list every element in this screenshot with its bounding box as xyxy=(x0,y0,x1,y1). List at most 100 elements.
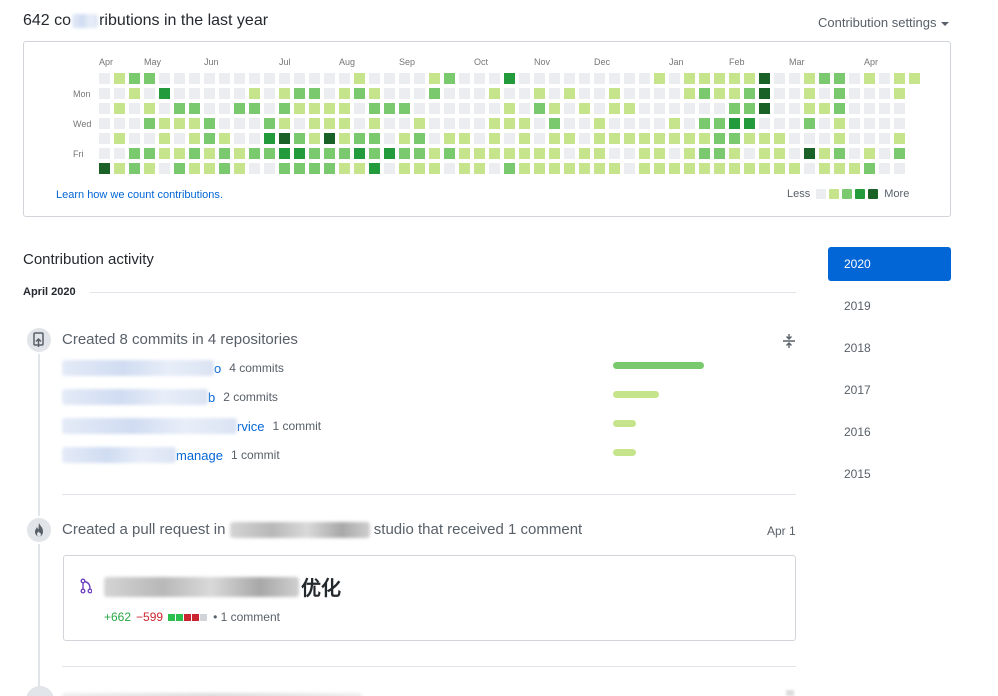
contribution-day[interactable] xyxy=(819,73,830,84)
contribution-day[interactable] xyxy=(879,88,890,99)
contribution-day[interactable] xyxy=(819,103,830,114)
contribution-day[interactable] xyxy=(279,163,290,174)
contribution-day[interactable] xyxy=(654,118,665,129)
contribution-day[interactable] xyxy=(774,118,785,129)
contribution-day[interactable] xyxy=(654,148,665,159)
contribution-day[interactable] xyxy=(114,88,125,99)
contribution-day[interactable] xyxy=(474,133,485,144)
contribution-day[interactable] xyxy=(324,148,335,159)
contribution-day[interactable] xyxy=(504,148,515,159)
contribution-day[interactable] xyxy=(849,118,860,129)
contribution-day[interactable] xyxy=(894,88,905,99)
contribution-day[interactable] xyxy=(534,118,545,129)
contribution-day[interactable] xyxy=(399,148,410,159)
contribution-day[interactable] xyxy=(309,163,320,174)
contribution-day[interactable] xyxy=(699,103,710,114)
contribution-day[interactable] xyxy=(789,133,800,144)
contribution-day[interactable] xyxy=(624,163,635,174)
contribution-day[interactable] xyxy=(339,148,350,159)
contribution-day[interactable] xyxy=(684,163,695,174)
contribution-day[interactable] xyxy=(354,163,365,174)
contribution-day[interactable] xyxy=(639,73,650,84)
repo-link[interactable]: manage xyxy=(176,448,223,463)
contribution-day[interactable] xyxy=(189,148,200,159)
contribution-day[interactable] xyxy=(579,163,590,174)
contribution-day[interactable] xyxy=(639,118,650,129)
contribution-day[interactable] xyxy=(144,118,155,129)
contribution-day[interactable] xyxy=(219,118,230,129)
contribution-day[interactable] xyxy=(234,88,245,99)
pr-comments[interactable]: • 1 comment xyxy=(213,610,280,624)
contribution-day[interactable] xyxy=(549,148,560,159)
contribution-day[interactable] xyxy=(189,118,200,129)
contribution-day[interactable] xyxy=(354,133,365,144)
contribution-day[interactable] xyxy=(414,148,425,159)
contribution-day[interactable] xyxy=(369,73,380,84)
contribution-day[interactable] xyxy=(624,133,635,144)
contribution-day[interactable] xyxy=(249,73,260,84)
contribution-day[interactable] xyxy=(624,148,635,159)
contribution-day[interactable] xyxy=(849,88,860,99)
contribution-day[interactable] xyxy=(399,88,410,99)
contribution-day[interactable] xyxy=(384,73,395,84)
contribution-day[interactable] xyxy=(849,103,860,114)
contribution-day[interactable] xyxy=(579,88,590,99)
contribution-day[interactable] xyxy=(369,88,380,99)
contribution-day[interactable] xyxy=(309,148,320,159)
contribution-day[interactable] xyxy=(894,148,905,159)
contribution-day[interactable] xyxy=(399,103,410,114)
contribution-day[interactable] xyxy=(279,133,290,144)
contribution-day[interactable] xyxy=(624,73,635,84)
contribution-day[interactable] xyxy=(894,118,905,129)
contribution-day[interactable] xyxy=(264,163,275,174)
contribution-day[interactable] xyxy=(744,73,755,84)
contribution-day[interactable] xyxy=(129,118,140,129)
contribution-day[interactable] xyxy=(609,118,620,129)
contribution-day[interactable] xyxy=(864,163,875,174)
contribution-day[interactable] xyxy=(534,88,545,99)
contribution-day[interactable] xyxy=(699,118,710,129)
contribution-day[interactable] xyxy=(879,73,890,84)
contribution-day[interactable] xyxy=(624,88,635,99)
contribution-day[interactable] xyxy=(369,163,380,174)
contribution-day[interactable] xyxy=(594,103,605,114)
contribution-day[interactable] xyxy=(504,103,515,114)
contribution-day[interactable] xyxy=(744,88,755,99)
contribution-day[interactable] xyxy=(174,88,185,99)
contribution-day[interactable] xyxy=(159,118,170,129)
contribution-day[interactable] xyxy=(174,133,185,144)
contribution-day[interactable] xyxy=(534,133,545,144)
contribution-day[interactable] xyxy=(279,148,290,159)
contribution-day[interactable] xyxy=(729,103,740,114)
contribution-day[interactable] xyxy=(669,133,680,144)
contribution-day[interactable] xyxy=(294,118,305,129)
contribution-day[interactable] xyxy=(264,88,275,99)
contribution-day[interactable] xyxy=(369,118,380,129)
contribution-day[interactable] xyxy=(324,163,335,174)
contribution-day[interactable] xyxy=(609,163,620,174)
contribution-day[interactable] xyxy=(519,118,530,129)
contribution-day[interactable] xyxy=(204,148,215,159)
contribution-day[interactable] xyxy=(339,88,350,99)
contribution-day[interactable] xyxy=(444,118,455,129)
contribution-day[interactable] xyxy=(114,118,125,129)
commit-count[interactable]: 1 commit xyxy=(272,419,321,433)
contribution-day[interactable] xyxy=(249,148,260,159)
contribution-day[interactable] xyxy=(684,88,695,99)
contribution-day[interactable] xyxy=(744,133,755,144)
contribution-settings-dropdown[interactable]: Contribution settings xyxy=(818,15,949,30)
contribution-day[interactable] xyxy=(594,163,605,174)
contribution-day[interactable] xyxy=(774,133,785,144)
contribution-day[interactable] xyxy=(774,88,785,99)
contribution-day[interactable] xyxy=(294,103,305,114)
contribution-day[interactable] xyxy=(444,73,455,84)
contribution-day[interactable] xyxy=(639,103,650,114)
contribution-day[interactable] xyxy=(714,148,725,159)
contribution-day[interactable] xyxy=(804,148,815,159)
contribution-day[interactable] xyxy=(234,103,245,114)
contribution-day[interactable] xyxy=(669,163,680,174)
contribution-day[interactable] xyxy=(204,88,215,99)
contribution-day[interactable] xyxy=(189,73,200,84)
contribution-day[interactable] xyxy=(474,88,485,99)
contribution-day[interactable] xyxy=(804,133,815,144)
